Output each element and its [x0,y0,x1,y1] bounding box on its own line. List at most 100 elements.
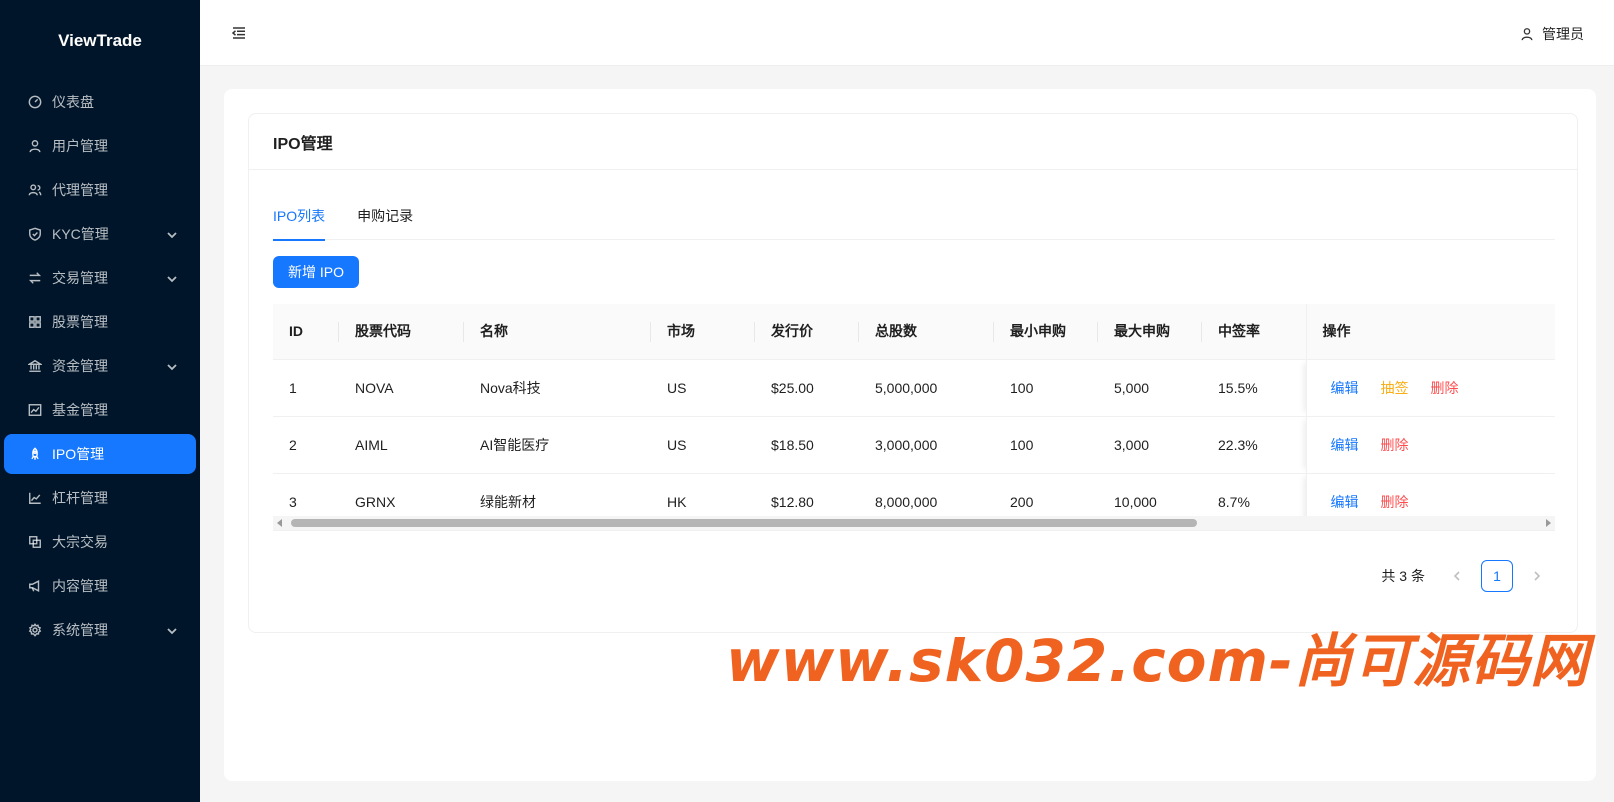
cell-min: 100 [994,416,1098,474]
sidebar-item-funds[interactable]: 基金管理 [4,390,196,430]
watermark: www.sk032.com-尚可源码网 [726,627,1590,695]
sidebar-item-label: 代理管理 [52,182,108,198]
team-icon [28,183,42,197]
chevron-down-icon [166,624,178,636]
column-header-label: 名称 [480,323,508,340]
cell-rate: 15.5% [1202,359,1306,417]
cell-price: $18.50 [755,416,859,474]
sidebar: ViewTrade 仪表盘 用户管理 代理管理 KYC管理 交易管理 股票管理 [0,0,200,802]
sidebar-item-system[interactable]: 系统管理 [4,610,196,650]
next-page-button[interactable] [1521,560,1553,592]
tab-ipo-list[interactable]: IPO列表 [273,194,326,241]
table-row: 1 NOVA Nova科技 US $25.00 5,000,000 100 5,… [273,359,1555,417]
sidebar-item-leverage[interactable]: 杠杆管理 [4,478,196,518]
cell-code: NOVA [339,359,464,417]
sidebar-item-funds-capital[interactable]: 资金管理 [4,346,196,386]
sidebar-item-label: 杠杆管理 [52,490,108,506]
column-header-code: 股票代码 [339,304,464,360]
scroll-left-arrow-icon[interactable] [277,519,282,527]
sidebar-item-label: 内容管理 [52,578,108,594]
cell-actions: 编辑 删除 [1305,416,1555,474]
lottery-link[interactable]: 抽签 [1381,380,1409,396]
column-header-max: 最大申购 [1098,304,1202,360]
scrollbar-thumb[interactable] [291,519,1197,527]
sidebar-item-agents[interactable]: 代理管理 [4,170,196,210]
column-header-label: 中签率 [1218,323,1260,340]
sidebar-item-label: 仪表盘 [52,94,94,110]
column-header-rate: 中签率 [1202,304,1306,360]
shield-check-icon [28,227,42,241]
sidebar-item-content[interactable]: 内容管理 [4,566,196,606]
prev-page-button[interactable] [1441,560,1473,592]
sidebar-item-label: 股票管理 [52,314,108,330]
top-header: 管理员 [200,0,1614,66]
ipo-card: IPO管理 IPO列表 申购记录 新增 IPO ID 股票代码 名称 市场 发行… [248,113,1578,633]
add-ipo-button[interactable]: 新增 IPO [273,256,359,288]
ipo-table: ID 股票代码 名称 市场 发行价 总股数 最小申购 最大申购 中签率 操作 1… [273,304,1555,547]
column-header-name: 名称 [464,304,651,360]
edit-link[interactable]: 编辑 [1331,494,1359,510]
sidebar-item-label: 用户管理 [52,138,108,154]
cell-price: $25.00 [755,359,859,417]
chevron-down-icon [166,228,178,240]
sidebar-item-users[interactable]: 用户管理 [4,126,196,166]
delete-link[interactable]: 删除 [1431,380,1459,396]
sidebar-item-ipo[interactable]: IPO管理 [4,434,196,474]
menu-fold-icon[interactable] [231,26,246,40]
column-header-label: 总股数 [875,323,917,340]
scroll-right-arrow-icon[interactable] [1546,519,1551,527]
stock-icon [28,491,42,505]
tab-bar: IPO列表 申购记录 [273,194,1555,241]
swap-icon [28,271,42,285]
chevron-right-icon [1534,571,1541,581]
block-icon [28,535,42,549]
page-number-current[interactable]: 1 [1481,560,1513,592]
notification-icon [28,579,42,593]
sidebar-item-block-trade[interactable]: 大宗交易 [4,522,196,562]
line-chart-icon [28,403,42,417]
chevron-left-icon [1453,571,1460,581]
column-header-label: 发行价 [771,323,813,340]
sidebar-item-kyc[interactable]: KYC管理 [4,214,196,254]
sidebar-item-trading[interactable]: 交易管理 [4,258,196,298]
column-header-label: 市场 [667,323,695,340]
sidebar-item-label: 资金管理 [52,358,108,374]
column-header-shares: 总股数 [859,304,994,360]
cell-actions: 编辑 抽签 删除 [1305,359,1555,417]
cell-name: Nova科技 [464,359,651,417]
horizontal-scrollbar[interactable] [273,516,1555,530]
app-logo: ViewTrade [58,31,142,50]
total-count: 共 3 条 [1381,568,1425,584]
delete-link[interactable]: 删除 [1381,437,1409,453]
cell-max: 5,000 [1098,359,1202,417]
edit-link[interactable]: 编辑 [1331,437,1359,453]
rocket-icon [28,447,42,461]
sidebar-item-dashboard[interactable]: 仪表盘 [4,82,196,122]
sidebar-item-label: KYC管理 [52,226,109,242]
user-name: 管理员 [1542,26,1584,42]
user-menu[interactable]: 管理员 [1520,24,1584,44]
column-header-label: 股票代码 [355,323,411,340]
cell-min: 100 [994,359,1098,417]
dashboard-icon [28,95,42,109]
cell-market: US [651,359,755,417]
column-header-label: ID [289,323,303,340]
cell-name: AI智能医疗 [464,416,651,474]
cell-id: 2 [273,416,339,474]
edit-link[interactable]: 编辑 [1331,380,1359,396]
cell-shares: 3,000,000 [859,416,994,474]
table-row: 2 AIML AI智能医疗 US $18.50 3,000,000 100 3,… [273,416,1555,474]
table-header-row: ID 股票代码 名称 市场 发行价 总股数 最小申购 最大申购 中签率 操作 [273,304,1555,360]
column-header-actions: 操作 [1305,304,1555,360]
user-icon [28,139,42,153]
tab-subscription-records[interactable]: 申购记录 [357,194,413,240]
cell-market: US [651,416,755,474]
sidebar-item-label: 基金管理 [52,402,108,418]
user-icon [1521,28,1533,41]
delete-link[interactable]: 删除 [1381,494,1409,510]
bank-icon [28,359,42,373]
column-header-id: ID [273,304,339,360]
sidebar-item-stocks[interactable]: 股票管理 [4,302,196,342]
page-title: IPO管理 [249,114,1577,170]
sidebar-menu: 仪表盘 用户管理 代理管理 KYC管理 交易管理 股票管理 资金管理 基金管理 … [0,82,200,650]
